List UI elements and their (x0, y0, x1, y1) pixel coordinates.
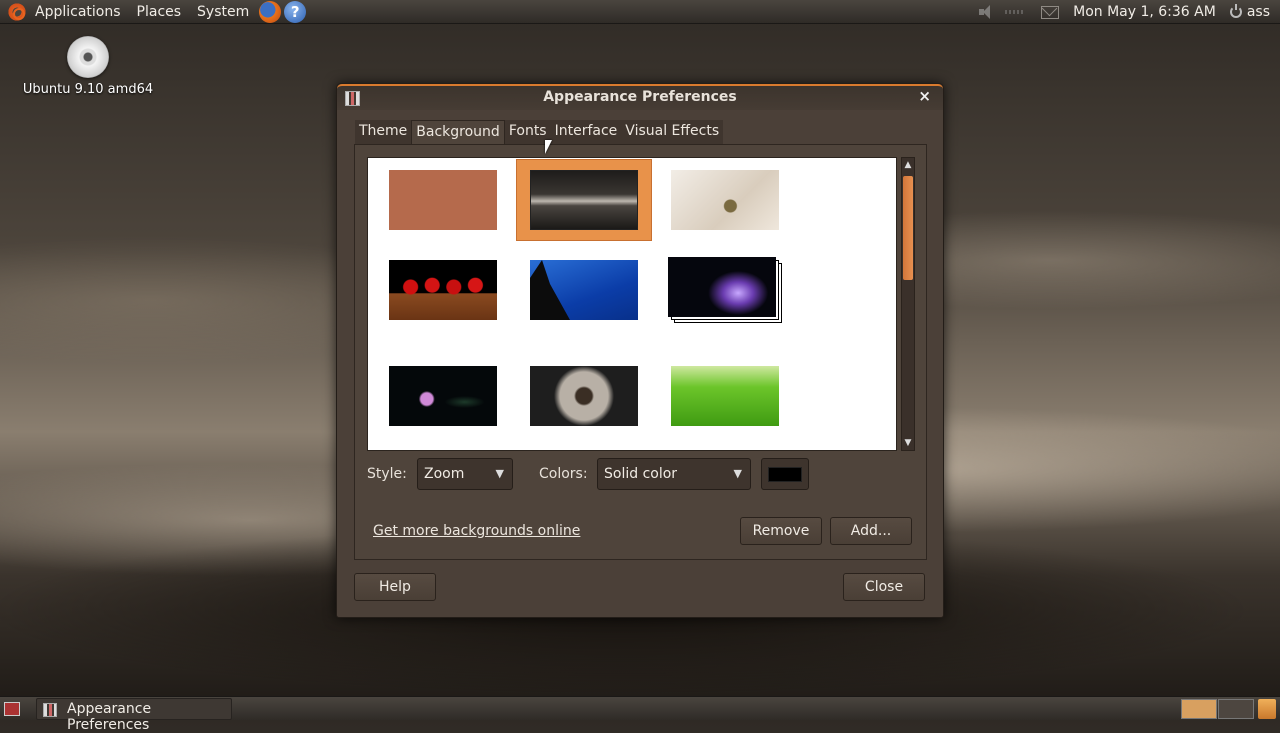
color-picker-button[interactable] (761, 458, 809, 490)
background-tab-panel: ▲ ▼ Style: Zoom ▼ Colors: Solid color ▼ … (354, 144, 927, 560)
panel-right-area: Mon May 1, 6:36 AM ass (979, 0, 1280, 24)
wallpaper-blue-sky[interactable] (530, 260, 638, 320)
wallpaper-butterfly[interactable] (671, 170, 779, 230)
taskbar-label: Appearance Preferences (67, 701, 152, 733)
volume-icon[interactable] (979, 5, 995, 19)
gallery-scrollbar[interactable]: ▲ ▼ (901, 157, 915, 451)
get-more-backgrounds-link[interactable]: Get more backgrounds online (373, 523, 580, 539)
wallpaper-cherries[interactable] (389, 260, 497, 320)
tab-background[interactable]: Background (411, 120, 505, 144)
taskbar-appearance-preferences[interactable]: Appearance Preferences (36, 698, 232, 733)
bottom-panel: Appearance Preferences (0, 696, 1280, 733)
mouse-cursor-icon (545, 140, 552, 154)
clock[interactable]: Mon May 1, 6:36 AM (1073, 4, 1216, 20)
remove-button[interactable]: Remove (740, 517, 822, 545)
scroll-down-icon[interactable]: ▼ (902, 436, 914, 450)
colors-dropdown[interactable]: Solid color ▼ (597, 458, 751, 490)
wallpaper-gallery (367, 157, 897, 451)
color-swatch (768, 467, 802, 482)
titlebar[interactable]: Appearance Preferences × (337, 84, 943, 110)
colors-value: Solid color (604, 466, 678, 482)
add-button[interactable]: Add... (830, 517, 912, 545)
tab-fonts[interactable]: Fonts (504, 120, 551, 144)
ubuntu-logo-icon[interactable] (7, 1, 27, 22)
tab-visual-effects[interactable]: Visual Effects (621, 120, 724, 144)
chevron-down-icon: ▼ (495, 467, 504, 480)
trash-icon[interactable] (1258, 699, 1276, 719)
wallpaper-hands[interactable] (530, 366, 638, 426)
window-title: Appearance Preferences (543, 89, 737, 105)
help-icon[interactable]: ? (284, 0, 307, 23)
workspace-1[interactable] (1181, 699, 1217, 719)
desktop-icon-label: Ubuntu 9.10 amd64 (22, 82, 154, 97)
wallpaper-grass[interactable] (671, 366, 779, 426)
user-name[interactable]: ass (1247, 4, 1270, 20)
wallpaper-solid-color[interactable] (389, 170, 497, 230)
tab-bar: Theme Background Fonts Interface Visual … (355, 120, 724, 144)
tab-interface[interactable]: Interface (550, 120, 622, 144)
applications-menu[interactable]: Applications (27, 0, 129, 24)
close-icon[interactable]: × (918, 87, 931, 105)
workspace-2[interactable] (1218, 699, 1254, 719)
style-value: Zoom (424, 466, 465, 482)
colors-label: Colors: (539, 466, 588, 482)
desktop-cd-drive[interactable]: Ubuntu 9.10 amd64 (18, 36, 158, 97)
scroll-thumb[interactable] (903, 176, 913, 280)
top-panel: Applications Places System ? Mon May 1, … (0, 0, 1280, 24)
places-menu[interactable]: Places (129, 0, 190, 24)
power-icon[interactable] (1229, 4, 1242, 18)
wallpaper-dark-clouds[interactable] (530, 170, 638, 230)
network-icon[interactable] (1005, 10, 1026, 14)
help-button[interactable]: Help (354, 573, 436, 601)
system-menu[interactable]: System (189, 0, 257, 24)
cd-icon (67, 36, 109, 78)
mail-icon[interactable] (1041, 5, 1060, 19)
wallpaper-nebula[interactable] (668, 257, 776, 317)
style-dropdown[interactable]: Zoom ▼ (417, 458, 513, 490)
firefox-icon[interactable] (259, 0, 282, 23)
show-desktop-icon[interactable] (4, 702, 20, 716)
tab-theme[interactable]: Theme (355, 120, 412, 144)
wallpaper-lotus[interactable] (389, 366, 497, 426)
close-button[interactable]: Close (843, 573, 925, 601)
scroll-up-icon[interactable]: ▲ (902, 158, 914, 172)
appearance-preferences-window: Appearance Preferences × Theme Backgroun… (336, 83, 944, 618)
chevron-down-icon: ▼ (733, 467, 742, 480)
app-icon (43, 703, 57, 717)
style-colors-row: Style: Zoom ▼ Colors: Solid color ▼ (367, 458, 915, 492)
style-label: Style: (367, 466, 407, 482)
